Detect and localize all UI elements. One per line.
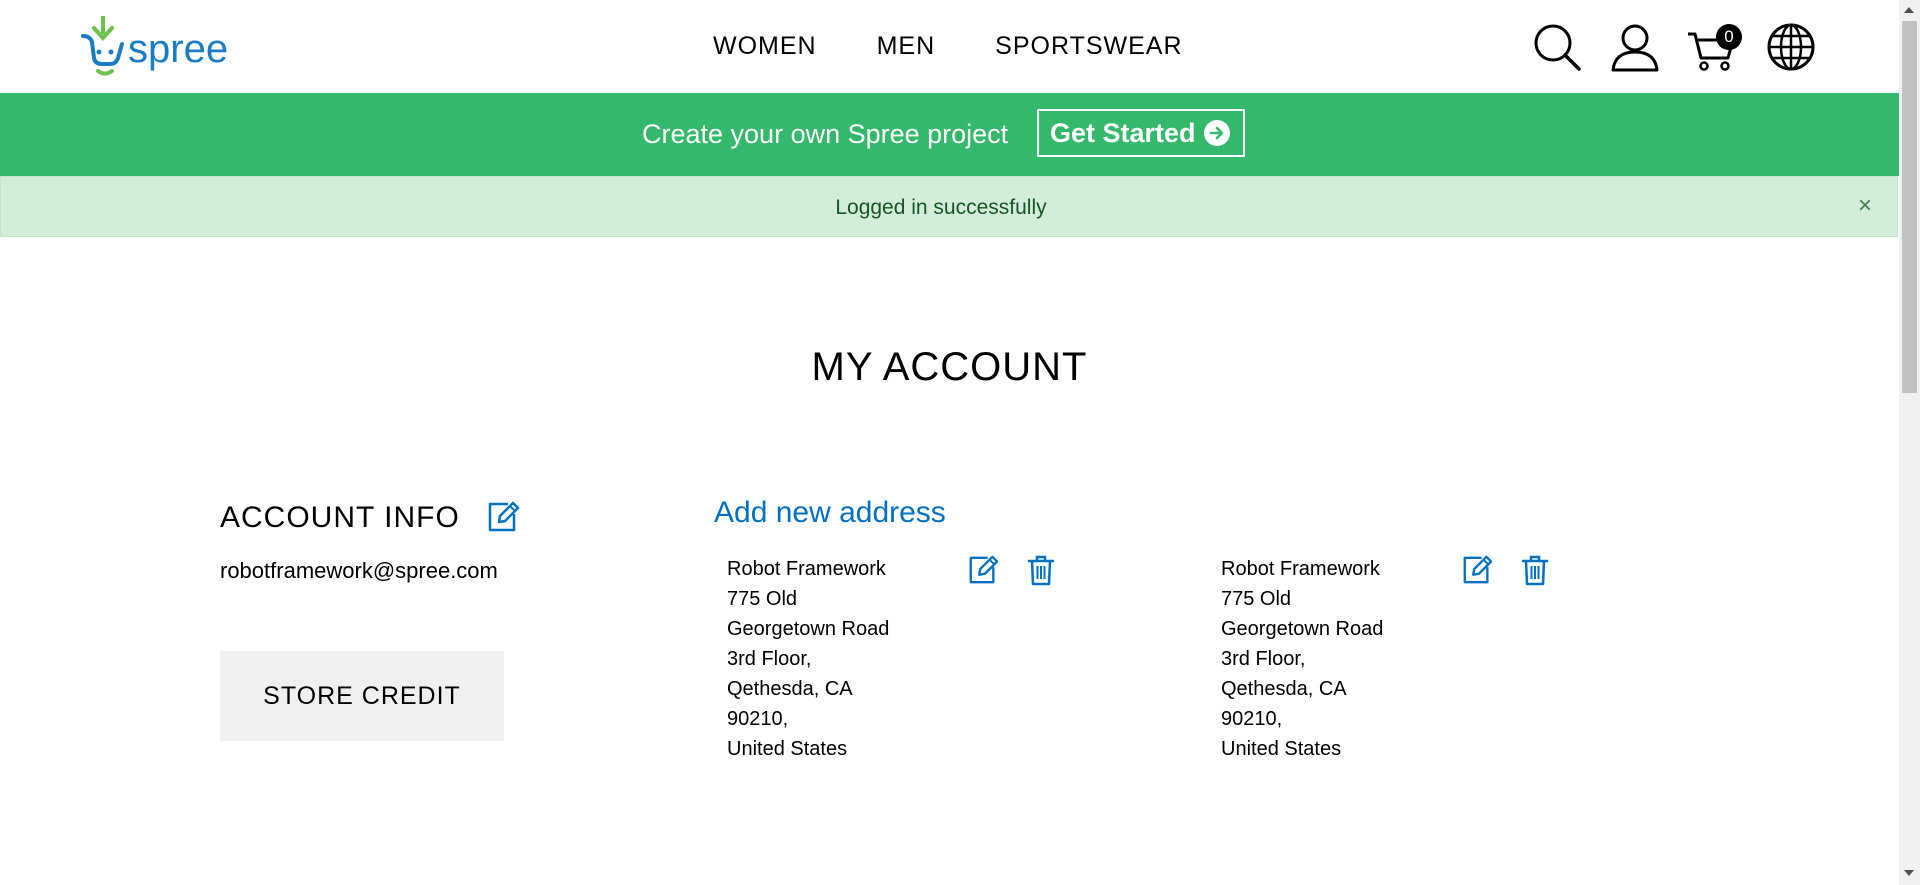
scroll-down-arrow-icon[interactable] (1904, 870, 1914, 876)
edit-address-icon[interactable] (1461, 554, 1493, 586)
address-country: United States (1221, 738, 1342, 760)
add-new-address-link[interactable]: Add new address (714, 494, 946, 532)
globe-icon[interactable] (1764, 20, 1818, 74)
delete-address-icon[interactable] (1519, 554, 1551, 586)
get-started-label: Get Started (1050, 117, 1196, 148)
address-city-state: Qethesda, CA (1221, 678, 1347, 700)
address-line: 775 Old (727, 588, 798, 610)
address-name: Robot Framework (727, 558, 886, 580)
promo-banner: Create your own Spree project Get Starte… (0, 93, 1899, 176)
spree-logo-image: spree (81, 16, 228, 76)
svg-text:spree: spree (128, 27, 228, 71)
nav-sportswear[interactable]: SPORTSWEAR (995, 30, 1182, 62)
nav-women[interactable]: WOMEN (713, 30, 817, 62)
address-line: 3rd Floor, (727, 648, 812, 670)
edit-address-icon[interactable] (967, 554, 999, 586)
account-email: robotframework@spree.com (220, 558, 498, 583)
main-nav: WOMEN MEN SPORTSWEAR (713, 30, 1183, 62)
account-info-heading: ACCOUNT INFO (220, 501, 460, 534)
address-zip: 90210, (1221, 708, 1283, 730)
get-started-button[interactable]: Get Started (1037, 109, 1245, 157)
spree-logo[interactable]: spree (80, 16, 230, 78)
address-line: 3rd Floor, (1221, 648, 1306, 670)
promo-text: Create your own Spree project (642, 119, 1009, 149)
address-city-state: Qethesda, CA (727, 678, 853, 700)
edit-account-icon[interactable] (486, 500, 520, 534)
account-icon[interactable] (1608, 20, 1662, 74)
close-icon[interactable]: × (1853, 192, 1877, 220)
delete-address-icon[interactable] (1025, 554, 1057, 586)
nav-men[interactable]: MEN (877, 30, 936, 62)
page-title: MY ACCOUNT (811, 345, 1088, 389)
address-name: Robot Framework (1221, 558, 1380, 580)
scrollbar-thumb[interactable] (1902, 21, 1917, 393)
address-lines: Robot Framework 775 Old Georgetown Road … (1221, 554, 1383, 764)
cart-icon[interactable]: 0 (1686, 20, 1742, 74)
store-credit-button[interactable]: STORE CREDIT (220, 651, 504, 741)
address-country: United States (727, 738, 848, 760)
site-header: spree WOMEN MEN SPORTSWEAR 0 (0, 0, 1899, 93)
cart-count-badge: 0 (1716, 24, 1742, 50)
alert-message: Logged in successfully (835, 196, 1047, 219)
header-icons: 0 (1530, 20, 1818, 74)
address-lines: Robot Framework 775 Old Georgetown Road … (727, 554, 889, 764)
scroll-up-arrow-icon[interactable] (1904, 7, 1914, 13)
address-line: Georgetown Road (727, 618, 890, 640)
arrow-right-circle-icon (1203, 120, 1230, 146)
address-line: 775 Old (1221, 588, 1292, 610)
vertical-scrollbar[interactable] (1899, 0, 1920, 885)
success-alert: Logged in successfully × (0, 176, 1898, 237)
address-zip: 90210, (727, 708, 789, 730)
search-icon[interactable] (1530, 20, 1584, 74)
address-line: Georgetown Road (1221, 618, 1384, 640)
